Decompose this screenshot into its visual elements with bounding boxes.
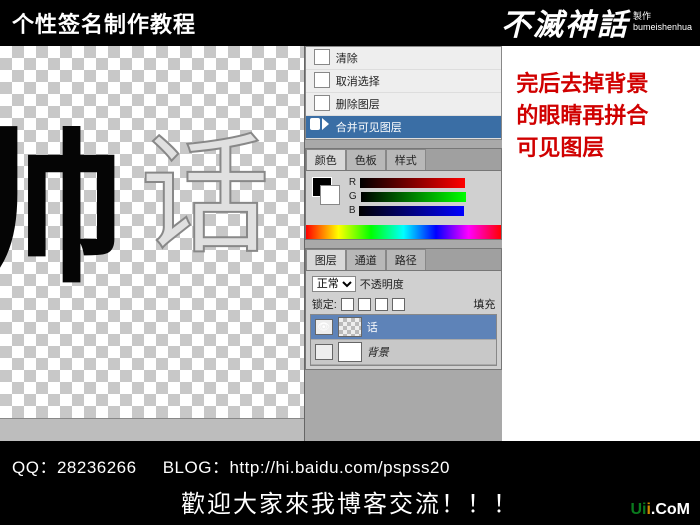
layers-body: 正常 不透明度 锁定: 填充 👁 话 <box>306 271 502 369</box>
fill-label: 填充 <box>473 296 495 312</box>
menu-item-merge-visible[interactable]: 合并可见图层 <box>306 116 502 139</box>
welcome-line: 歡迎大家來我博客交流！！！ <box>0 484 700 519</box>
fg-bg-swatches[interactable] <box>312 177 340 205</box>
menu-item-clear[interactable]: 清除 <box>306 47 502 70</box>
channel-g-label: G <box>349 191 357 202</box>
menu-icon <box>314 95 330 111</box>
rgb-sliders: R G B <box>349 177 466 219</box>
tab-swatches[interactable]: 色板 <box>346 149 386 170</box>
qq-label: QQ： <box>12 458 57 477</box>
instruction-panel: 完后去掉背景 的眼睛再拼合 可见图层 <box>502 46 700 441</box>
menu-label: 合并可见图层 <box>336 122 402 134</box>
menu-label: 取消选择 <box>336 76 380 88</box>
top-banner: 个性签名制作教程 不滅神話 製作 bumeishenhua <box>0 0 700 46</box>
lock-position-icon[interactable] <box>375 298 388 311</box>
tab-color[interactable]: 颜色 <box>306 149 346 170</box>
tab-channels[interactable]: 通道 <box>346 249 386 270</box>
qq-value: 28236266 <box>57 458 137 477</box>
brand-sub1: 製作 <box>633 11 692 22</box>
layer-item[interactable]: 背景 <box>311 340 497 365</box>
opacity-label: 不透明度 <box>360 276 404 292</box>
instr-line1: 完后去掉背景 <box>516 71 648 96</box>
menu-label: 删除图层 <box>336 99 380 111</box>
layers-panel: 图层 通道 路径 正常 不透明度 锁定: 填充 <box>305 248 503 370</box>
instruction-text: 完后去掉背景 的眼睛再拼合 可见图层 <box>516 68 690 164</box>
visibility-eye-icon[interactable]: 👁 <box>315 319 333 335</box>
brand: 不滅神話 製作 bumeishenhua <box>501 0 692 44</box>
lock-label: 锁定: <box>312 296 337 312</box>
wm-u: Ui <box>630 501 646 518</box>
lock-image-icon[interactable] <box>358 298 371 311</box>
layer-name: 背景 <box>367 344 389 360</box>
background-color[interactable] <box>320 185 340 205</box>
lock-transparent-icon[interactable] <box>341 298 354 311</box>
menu-item-delete-layer[interactable]: 删除图层 <box>306 93 502 116</box>
tab-styles[interactable]: 样式 <box>386 149 426 170</box>
context-menu: 清除 取消选择 删除图层 合并可见图层 <box>305 46 503 140</box>
canvas-glyph-1: 帅 <box>0 76 125 315</box>
layers-panel-tabs: 图层 通道 路径 <box>306 249 502 271</box>
color-body: R G B <box>306 171 502 225</box>
menu-item-deselect[interactable]: 取消选择 <box>306 70 502 93</box>
menu-icon <box>314 72 330 88</box>
color-spectrum[interactable] <box>306 225 502 239</box>
layer-item[interactable]: 👁 话 <box>311 315 497 340</box>
layer-name: 话 <box>367 319 378 335</box>
canvas-scrollbar[interactable] <box>0 418 304 441</box>
instr-line3: 可见图层 <box>516 135 604 160</box>
wm-rest: .CoM <box>651 501 690 518</box>
channel-b-label: B <box>349 205 356 216</box>
slider-r[interactable] <box>360 178 465 188</box>
slider-b[interactable] <box>359 206 464 216</box>
page-icon <box>310 118 320 130</box>
tab-paths[interactable]: 路径 <box>386 249 426 270</box>
main-content: 帅 话 清除 取消选择 删除图层 合并可见图层 颜色 色板 样式 R <box>0 46 700 441</box>
layer-thumb <box>338 317 362 337</box>
color-panel: 颜色 色板 样式 R G B <box>305 148 503 240</box>
watermark: Uii.CoM <box>630 501 690 519</box>
instr-line2: 的眼睛再拼合 <box>516 103 648 128</box>
channel-r-label: R <box>349 177 356 188</box>
bottom-banner: QQ：28236266 BLOG：http://hi.baidu.com/psp… <box>0 441 700 525</box>
blend-mode-select[interactable]: 正常 <box>312 276 356 292</box>
layer-list: 👁 话 背景 <box>310 314 498 366</box>
menu-label: 清除 <box>336 53 358 65</box>
tab-layers[interactable]: 图层 <box>306 249 346 270</box>
slider-g[interactable] <box>361 192 466 202</box>
brand-main: 不滅神話 <box>501 0 629 44</box>
color-panel-tabs: 颜色 色板 样式 <box>306 149 502 171</box>
side-panels: 清除 取消选择 删除图层 合并可见图层 颜色 色板 样式 R G B <box>304 46 503 441</box>
blog-label: BLOG： <box>163 458 230 477</box>
tutorial-title: 个性签名制作教程 <box>12 7 196 39</box>
blog-url: http://hi.baidu.com/pspss20 <box>229 458 449 477</box>
layer-thumb <box>338 342 362 362</box>
visibility-eye-icon[interactable] <box>315 344 333 360</box>
contact-line: QQ：28236266 BLOG：http://hi.baidu.com/psp… <box>0 441 700 478</box>
brand-sub: 製作 bumeishenhua <box>633 11 692 33</box>
lock-all-icon[interactable] <box>392 298 405 311</box>
brand-sub2: bumeishenhua <box>633 22 692 33</box>
canvas-glyph-2: 话 <box>140 91 270 279</box>
arrow-icon <box>322 118 329 130</box>
photoshop-canvas[interactable]: 帅 话 <box>0 46 304 441</box>
menu-icon <box>314 49 330 65</box>
